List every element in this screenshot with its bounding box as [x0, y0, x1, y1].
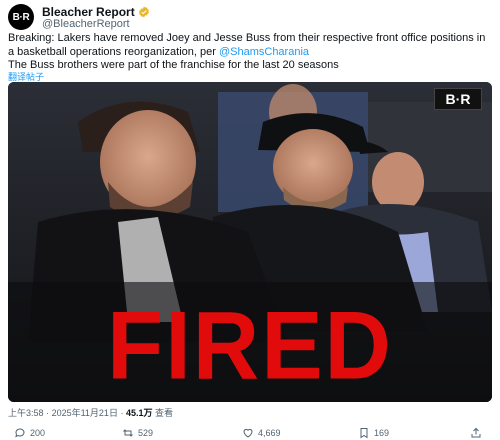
author-name-row[interactable]: Bleacher Report	[42, 5, 150, 19]
bookmark-button[interactable]: 169	[358, 427, 389, 439]
share-button[interactable]	[470, 427, 482, 439]
avatar[interactable]: B·R	[8, 4, 34, 30]
tweet-text-line2: The Buss brothers were part of the franc…	[8, 59, 339, 71]
tweet-header: B·R Bleacher Report @BleacherReport	[8, 4, 488, 30]
tweet-media-image[interactable]: B·R FIRED	[8, 82, 492, 402]
mention-link[interactable]: @ShamsCharania	[219, 46, 309, 58]
verified-badge-icon	[138, 6, 149, 18]
fired-overlay-text: FIRED	[107, 292, 393, 400]
author-name[interactable]: Bleacher Report	[42, 5, 135, 19]
action-bar: 200 529 4,669 169	[8, 425, 492, 440]
bookmark-icon	[360, 427, 368, 438]
repost-count: 529	[138, 427, 154, 438]
like-button[interactable]: 4,669	[242, 427, 281, 439]
bleacher-report-logo: B·R	[434, 88, 482, 110]
meta-separator: ·	[46, 408, 50, 418]
reply-button[interactable]: 200	[14, 427, 45, 439]
view-count: 45.1万	[125, 408, 153, 418]
tweet-text: Breaking: Lakers have removed Joey and J…	[8, 32, 492, 59]
like-count: 4,669	[258, 427, 281, 438]
author-handle[interactable]: @BleacherReport	[42, 18, 130, 30]
heart-icon	[243, 428, 253, 438]
repost-button[interactable]: 529	[122, 427, 153, 439]
repost-icon	[123, 428, 133, 437]
views-label: 查看	[155, 408, 174, 418]
tweet-meta: 上午3:58 · 2025年11月21日 · 45.1万 查看	[8, 406, 173, 419]
meta-separator: ·	[120, 408, 124, 418]
avatar-text: B·R	[12, 11, 30, 23]
tweet-date[interactable]: 2025年11月21日	[52, 408, 118, 418]
reply-count: 200	[30, 427, 46, 438]
share-icon	[471, 427, 481, 437]
tweet-time[interactable]: 上午3:58	[8, 408, 44, 418]
reply-icon	[15, 427, 25, 437]
bookmark-count: 169	[374, 427, 390, 438]
